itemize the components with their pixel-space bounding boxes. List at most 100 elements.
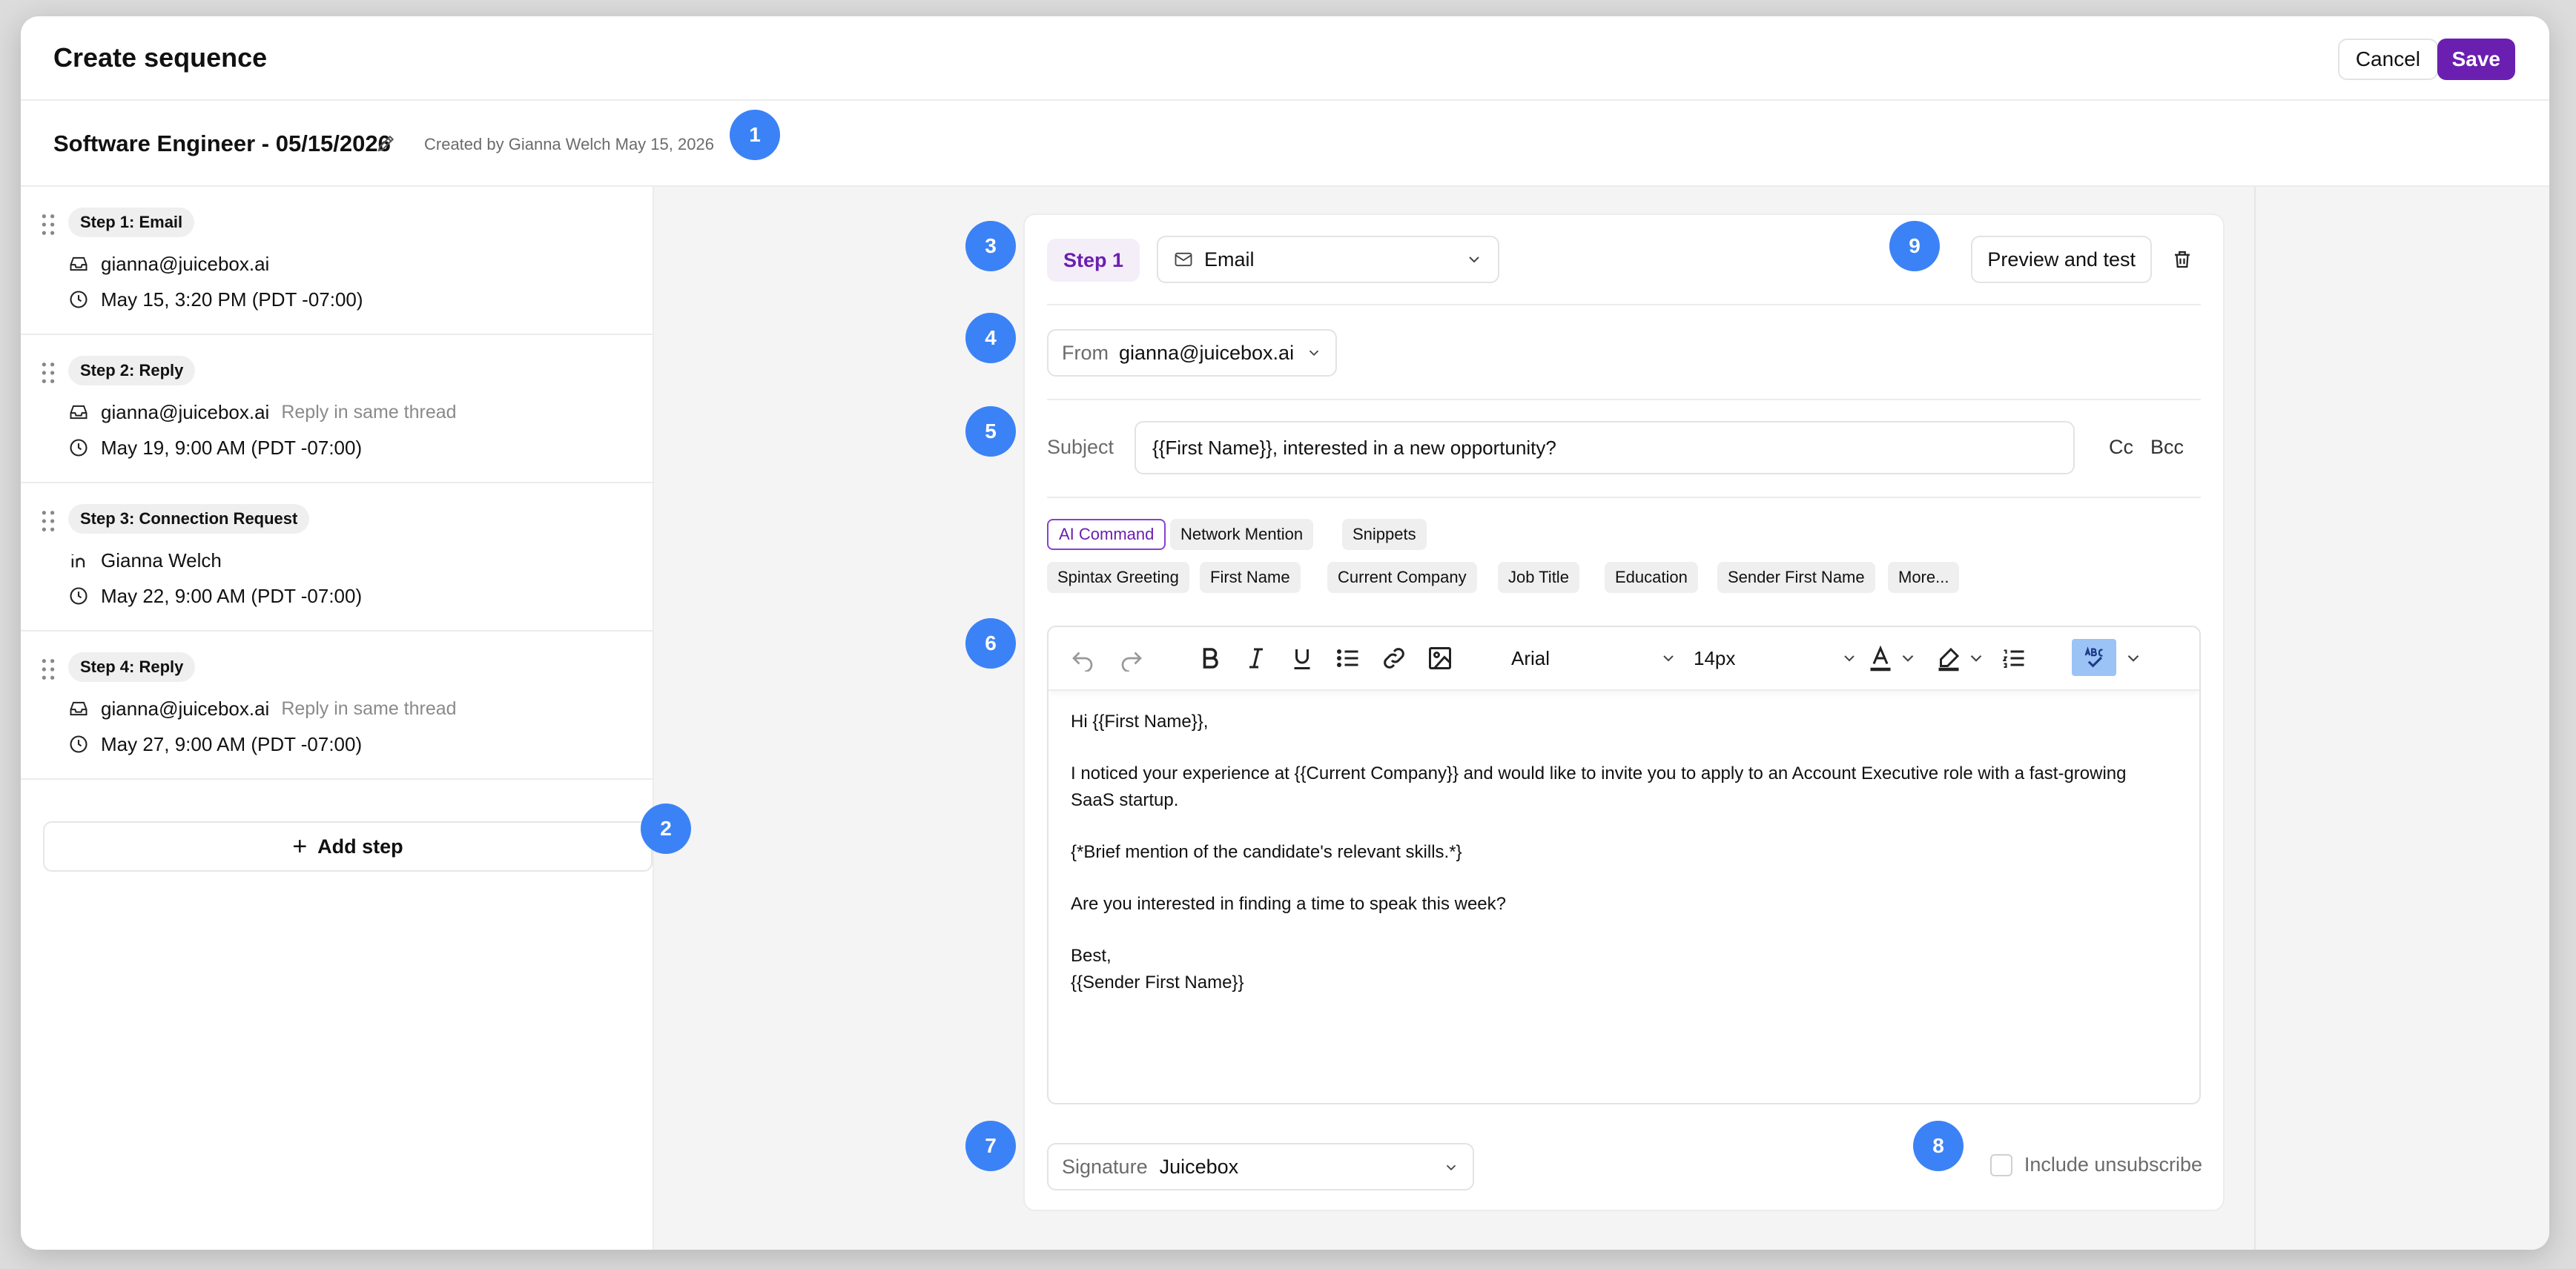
cancel-button[interactable]: Cancel: [2337, 39, 2438, 80]
pencil-icon[interactable]: [375, 132, 397, 154]
chevron-down-icon: [1663, 655, 1674, 662]
numbered-list-icon[interactable]: [2001, 645, 2027, 672]
highlight-icon[interactable]: [1935, 645, 1962, 672]
undo-icon[interactable]: [1069, 645, 1096, 672]
step-detail-note: Reply in same thread: [281, 401, 457, 423]
bullet-list-icon[interactable]: [1335, 645, 1361, 672]
clock-icon: [70, 439, 87, 457]
step-schedule: May 19, 9:00 AM (PDT -07:00): [68, 433, 362, 463]
add-step-button[interactable]: + Add step: [43, 821, 653, 872]
divider: [1047, 497, 2201, 498]
chevron-down-icon: [1844, 655, 1855, 662]
preview-and-test-button[interactable]: Preview and test: [1971, 236, 2152, 283]
body-paragraph-question: Are you interested in finding a time to …: [1071, 894, 1506, 914]
chip-sender-first-name[interactable]: Sender First Name: [1717, 562, 1875, 593]
annotation-badge-7: 7: [965, 1121, 1016, 1171]
link-icon[interactable]: [1381, 645, 1407, 672]
step-schedule: May 27, 9:00 AM (PDT -07:00): [68, 729, 362, 759]
from-label: From: [1062, 341, 1109, 364]
annotation-badge-8: 8: [1913, 1121, 1964, 1171]
step-card[interactable]: Step 2: Reply gianna@juicebox.ai Reply in …: [21, 335, 653, 483]
signature-select[interactable]: Signature Juicebox: [1047, 1143, 1474, 1190]
bold-icon[interactable]: [1197, 645, 1223, 672]
clock-icon: [70, 735, 87, 753]
step-schedule: May 15, 3:20 PM (PDT -07:00): [68, 285, 363, 314]
step-label: Step 3: Connection Request: [68, 504, 310, 534]
from-select[interactable]: From gianna@juicebox.ai: [1047, 329, 1338, 377]
text-color-icon[interactable]: [1867, 645, 1894, 672]
linkedin-icon: [71, 554, 85, 568]
annotation-badge-5: 5: [965, 406, 1016, 457]
redo-icon[interactable]: [1118, 645, 1145, 672]
chip-education[interactable]: Education: [1605, 562, 1698, 593]
spellcheck-icon: [2084, 646, 2103, 668]
unsubscribe-checkbox[interactable]: [1989, 1153, 2012, 1176]
chip-network-mention[interactable]: Network Mention: [1170, 519, 1314, 550]
chip-more[interactable]: More...: [1888, 562, 1960, 593]
sequence-name: Software Engineer - 05/15/2026: [53, 130, 391, 156]
annotation-badge-3: 3: [965, 221, 1016, 271]
drag-handle-icon[interactable]: [40, 510, 56, 532]
step-label: Step 1: Email: [68, 208, 195, 237]
from-value: gianna@juicebox.ai: [1119, 341, 1295, 364]
spellcheck-button[interactable]: [2072, 639, 2116, 676]
step-card[interactable]: Step 1: Email gianna@juicebox.ai May 15, 3…: [21, 187, 653, 335]
italic-icon[interactable]: [1243, 645, 1269, 672]
divider: [1047, 399, 2201, 400]
chip-job-title[interactable]: Job Title: [1498, 562, 1579, 593]
divider: [1047, 304, 2201, 305]
drag-handle-icon[interactable]: [40, 213, 56, 236]
step-schedule-value: May 15, 3:20 PM (PDT -07:00): [101, 288, 363, 311]
font-size-select[interactable]: 14px: [1694, 639, 1858, 677]
step-label: Step 2: Reply: [68, 356, 196, 385]
step-card[interactable]: Step 3: Connection Request Gianna Welch Ma…: [21, 483, 653, 632]
step-sender-value: Gianna Welch: [101, 549, 222, 571]
unsubscribe-label: Include unsubscribe: [2024, 1153, 2202, 1176]
include-unsubscribe-toggle[interactable]: Include unsubscribe: [1989, 1153, 2202, 1176]
chip-snippets[interactable]: Snippets: [1342, 519, 1427, 550]
step-tag: Step 1: [1047, 239, 1140, 282]
annotation-badge-1: 1: [730, 110, 780, 160]
font-size-value: 14px: [1694, 646, 1736, 669]
body-signoff: Best,: [1071, 946, 1112, 966]
step-sender: gianna@juicebox.ai Reply in same thread: [68, 397, 457, 427]
step-type-select[interactable]: Email: [1157, 236, 1499, 283]
clock-icon: [70, 291, 87, 308]
email-body-text[interactable]: Hi {{First Name}}, I noticed your experi…: [1071, 709, 2139, 996]
step-editor-card: Step 1 Email Preview and test From giann…: [1023, 213, 2225, 1211]
chevron-down-icon: [1446, 1164, 1456, 1171]
cc-button[interactable]: Cc: [2109, 436, 2133, 459]
inbox-icon: [70, 405, 87, 420]
signature-value: Juicebox: [1159, 1155, 1239, 1178]
subject-input[interactable]: [1135, 421, 2075, 474]
body-paragraph-intro: I noticed your experience at {{Current C…: [1071, 763, 2127, 810]
image-icon[interactable]: [1427, 645, 1453, 672]
font-family-value: Arial: [1511, 646, 1550, 669]
mail-icon: [1175, 252, 1192, 267]
annotation-badge-2: 2: [641, 804, 691, 854]
step-card[interactable]: Step 4: Reply gianna@juicebox.ai Reply in …: [21, 632, 653, 780]
annotation-badge-6: 6: [965, 618, 1016, 669]
chevron-down-icon[interactable]: [2124, 645, 2143, 672]
step-sender-value: gianna@juicebox.ai: [101, 400, 270, 423]
chip-current-company[interactable]: Current Company: [1327, 562, 1477, 593]
chevron-down-icon[interactable]: [1898, 645, 1918, 672]
drag-handle-icon[interactable]: [40, 658, 56, 680]
drag-handle-icon[interactable]: [40, 362, 56, 384]
font-family-select[interactable]: Arial: [1511, 639, 1677, 677]
created-by-text: Created by Gianna Welch May 15, 2026: [424, 135, 714, 153]
underline-icon[interactable]: [1289, 645, 1315, 672]
bcc-button[interactable]: Bcc: [2150, 436, 2184, 459]
annotation-badge-4: 4: [965, 313, 1016, 363]
create-sequence-modal: Create sequence Cancel Save Software Eng…: [21, 16, 2549, 1250]
save-button[interactable]: Save: [2437, 39, 2515, 80]
chip-spintax-greeting[interactable]: Spintax Greeting: [1047, 562, 1189, 593]
modal-header: Create sequence Cancel Save: [21, 16, 2549, 101]
step-sender: gianna@juicebox.ai: [68, 249, 269, 279]
trash-icon[interactable]: [2171, 248, 2193, 271]
chip-ai-command[interactable]: AI Command: [1047, 519, 1166, 550]
chip-first-name[interactable]: First Name: [1200, 562, 1301, 593]
modal-title: Create sequence: [53, 42, 268, 73]
email-body-editor[interactable]: Arial 14px Hi {{First Name}}, I noticed …: [1047, 626, 2201, 1104]
chevron-down-icon[interactable]: [1966, 645, 1986, 672]
